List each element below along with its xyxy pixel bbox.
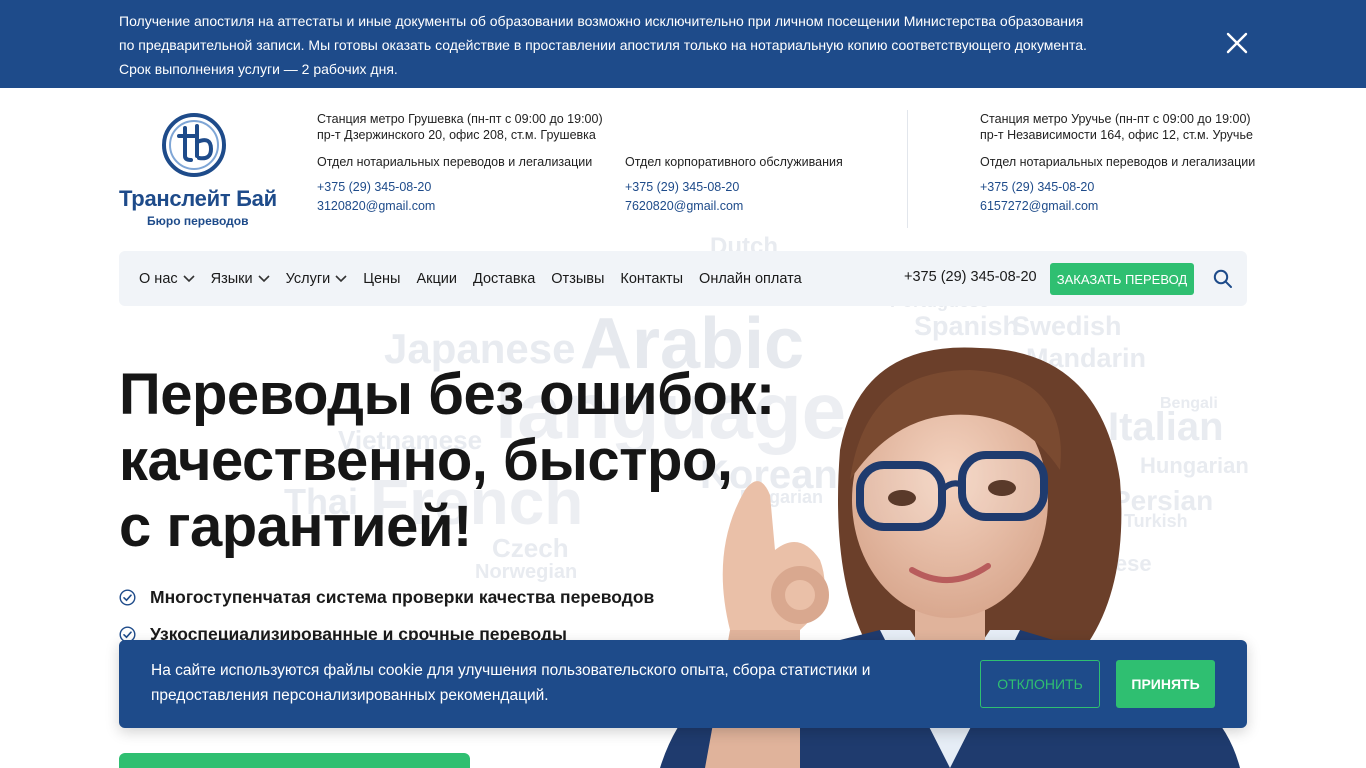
nav-item-label: Онлайн оплата [699,270,802,287]
nav-item-online-payment[interactable]: Онлайн оплата [699,271,802,287]
hero-cta-button[interactable] [119,753,470,768]
nav-phone-link[interactable]: +375 (29) 345-08-20 [904,269,1037,285]
office-department: Отдел нотариальных переводов и легализац… [317,155,593,169]
hero-title-line: с гарантией! [119,494,472,559]
hero-feature: Многоступенчатая система проверки качест… [119,584,654,610]
office-street: пр-т Дзержинского 20, офис 208, ст.м. Гр… [317,128,596,142]
cloud-word: Norwegian [475,561,578,583]
nav-item-promotions[interactable]: Акции [416,271,457,287]
hero-title-line: Переводы без ошибок: [119,362,775,427]
nav-item-label: Акции [416,270,457,287]
office-grushevka: Станция метро Грушевка (пн-пт с 09:00 до… [317,111,603,216]
hero-title-line: качественно, быстро, [119,428,733,493]
office-hours: Станция метро Грушевка (пн-пт с 09:00 до… [317,112,603,126]
search-icon[interactable] [1213,269,1233,289]
chevron-down-icon [183,274,195,282]
nav-item-label: О нас [139,270,178,287]
cookie-decline-button[interactable]: ОТКЛОНИТЬ [980,660,1100,708]
cookie-accept-button[interactable]: ПРИНЯТЬ [1116,660,1215,708]
main-navigation: О нас Языки Услуги Цены Акции Доставка О… [119,251,1247,306]
cookie-text-line: На сайте используются файлы cookie для у… [151,662,871,679]
brand-name: Транслейт Бай [119,186,277,211]
office-street: пр-т Независимости 164, офис 12, ст.м. У… [980,128,1253,142]
office-email-link[interactable]: 7620820@gmail.com [625,197,843,216]
office-corporate: Отдел корпоративного обслуживания +375 (… [625,154,843,216]
office-address: Станция метро Грушевка (пн-пт с 09:00 до… [317,111,603,143]
nav-item-reviews[interactable]: Отзывы [551,271,604,287]
nav-item-label: Доставка [473,270,536,287]
cookie-text-line: предоставления персонализированных реком… [151,687,549,704]
nav-item-label: Языки [210,270,253,287]
office-department: Отдел корпоративного обслуживания [625,155,843,169]
office-email-link[interactable]: 3120820@gmail.com [317,197,603,216]
brand-subtitle: Бюро переводов [147,214,249,228]
chevron-down-icon [258,274,270,282]
chevron-down-icon [335,274,347,282]
notice-line: по предварительной записи. Мы готовы ока… [119,37,1087,53]
brand-logo[interactable]: Транслейт Бай Бюро переводов [119,112,279,232]
nav-item-services[interactable]: Услуги [286,271,348,287]
office-hours: Станция метро Уручье (пн-пт с 09:00 до 1… [980,112,1251,126]
nav-item-contacts[interactable]: Контакты [620,271,683,287]
order-translation-button[interactable]: ЗАКАЗАТЬ ПЕРЕВОД [1050,263,1194,295]
cookie-consent-banner: На сайте используются файлы cookie для у… [119,640,1247,728]
nav-item-about[interactable]: О нас [139,271,195,287]
office-phone-link[interactable]: +375 (29) 345-08-20 [980,178,1255,197]
cookie-text: На сайте используются файлы cookie для у… [151,658,941,708]
hero-feature-text: Многоступенчатая система проверки качест… [150,586,655,607]
nav-menu: О нас Языки Услуги Цены Акции Доставка О… [139,251,802,306]
nav-item-label: Отзывы [551,270,605,287]
nav-item-label: Услуги [285,270,331,287]
office-phone-link[interactable]: +375 (29) 345-08-20 [317,178,603,197]
office-department: Отдел нотариальных переводов и легализац… [980,155,1256,169]
check-circle-icon [119,588,136,606]
hero-title: Переводы без ошибок: качественно, быстро… [119,362,839,560]
notice-line: Срок выполнения услуги — 2 рабочих дня. [119,61,398,77]
tb-logo-icon [162,113,226,177]
header-divider [907,110,908,228]
nav-item-delivery[interactable]: Доставка [473,271,535,287]
office-uruchye: Станция метро Уручье (пн-пт с 09:00 до 1… [980,111,1255,216]
office-address: Станция метро Уручье (пн-пт с 09:00 до 1… [980,111,1255,143]
nav-item-languages[interactable]: Языки [211,271,270,287]
nav-item-prices[interactable]: Цены [363,271,400,287]
apostille-notice-bar: Получение апостиля на аттестаты и иные д… [0,0,1366,88]
office-phone-link[interactable]: +375 (29) 345-08-20 [625,178,843,197]
nav-item-label: Цены [363,270,401,287]
notice-text: Получение апостиля на аттестаты и иные д… [119,9,1129,81]
close-icon[interactable] [1224,30,1250,56]
office-email-link[interactable]: 6157272@gmail.com [980,197,1255,216]
notice-line: Получение апостиля на аттестаты и иные д… [119,13,1084,29]
nav-item-label: Контакты [620,270,684,287]
